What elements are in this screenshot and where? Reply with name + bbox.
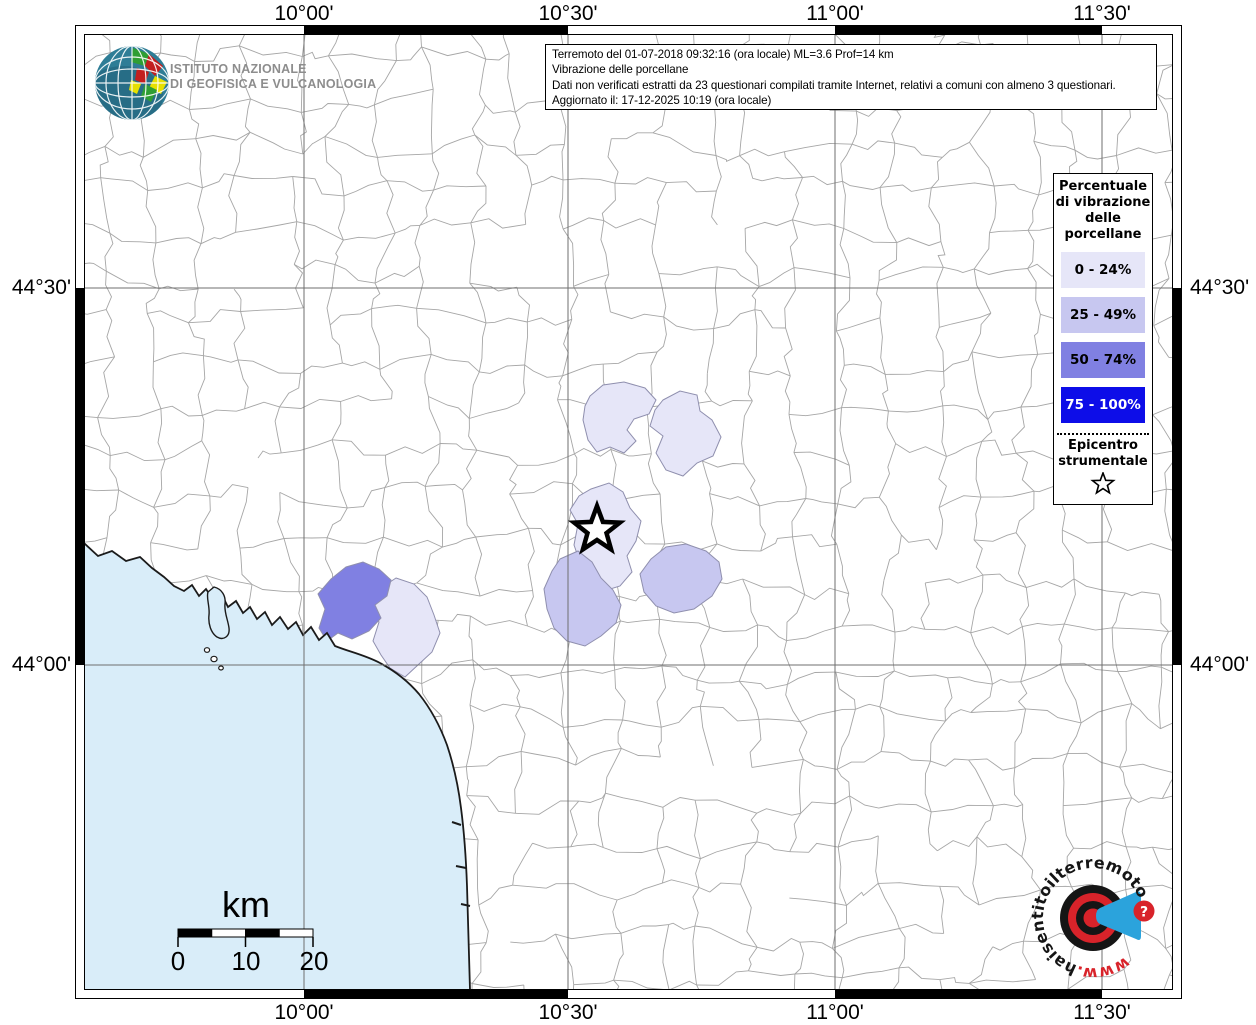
axis-label-bottom-1: 10°30' bbox=[538, 1001, 598, 1024]
ingv-logo-line: ISTITUTO NAZIONALE bbox=[170, 62, 307, 76]
legend: Percentuale di vibrazione delle porcella… bbox=[1053, 173, 1153, 505]
axis-label-right-1: 44°00' bbox=[1190, 653, 1250, 676]
site-logo-icon: ? www.haisentitoilterremoto.it bbox=[1016, 831, 1155, 983]
axis-label-left-1: 44°00' bbox=[11, 653, 71, 676]
legend-epicenter-line: Epicentro bbox=[1068, 438, 1138, 453]
island bbox=[203, 647, 211, 653]
event-info-line: Vibrazione delle porcellane bbox=[552, 63, 689, 77]
ingv-globe-icon bbox=[95, 46, 169, 120]
legend-swatch-25-49: 25 - 49% bbox=[1061, 297, 1145, 333]
ingv-logo-text: ISTITUTO NAZIONALE DI GEOFISICA E VULCAN… bbox=[170, 62, 376, 92]
scale-unit-label: km bbox=[222, 884, 270, 925]
legend-swatch-50-74: 50 - 74% bbox=[1061, 342, 1145, 378]
event-info-line: Aggiornato il: 17-12-2025 10:19 (ora loc… bbox=[552, 93, 772, 107]
axis-label-bottom-3: 11°30' bbox=[1073, 1001, 1131, 1024]
legend-title-line: Percentuale bbox=[1058, 179, 1148, 194]
event-info-line: Terremoto del 01-07-2018 09:32:16 (ora l… bbox=[552, 48, 894, 61]
axis-label-top-2: 11°00' bbox=[806, 2, 864, 25]
legend-title-line: porcellane bbox=[1064, 227, 1142, 242]
ingv-logo-line: DI GEOFISICA E VULCANOLOGIA bbox=[170, 77, 377, 91]
axis-label-top-0: 10°00' bbox=[274, 2, 334, 25]
axis-label-bottom-0: 10°00' bbox=[274, 1001, 334, 1024]
scale-tick-10: 10 bbox=[231, 946, 261, 976]
axis-label-right-0: 44°30' bbox=[1190, 276, 1250, 299]
axis-label-left-0: 44°30' bbox=[11, 276, 71, 299]
legend-swatch-0-24: 0 - 24% bbox=[1061, 252, 1145, 288]
legend-title-line: di vibrazione bbox=[1055, 195, 1151, 210]
legend-title: Percentuale di vibrazione delle porcella… bbox=[1054, 179, 1152, 243]
legend-epicenter-line: strumentale bbox=[1058, 454, 1148, 469]
star-icon bbox=[1090, 470, 1116, 495]
island bbox=[218, 665, 224, 671]
legend-epicenter-label: Epicentro strumentale bbox=[1054, 438, 1152, 470]
event-info-line: Dati non verificati estratti da 23 quest… bbox=[552, 78, 1116, 92]
event-info-box: Terremoto del 01-07-2018 09:32:16 (ora l… bbox=[545, 44, 1157, 110]
ingv-logo: ISTITUTO NAZIONALE DI GEOFISICA E VULCAN… bbox=[93, 44, 376, 124]
url-www: www. bbox=[1074, 953, 1134, 983]
island bbox=[210, 655, 218, 663]
question-mark: ? bbox=[1140, 905, 1148, 921]
axis-label-bottom-2: 11°00' bbox=[806, 1001, 864, 1024]
scale-tick-0: 0 bbox=[170, 946, 186, 976]
scale-tick-20: 20 bbox=[299, 946, 329, 976]
legend-divider bbox=[1057, 433, 1149, 435]
legend-title-line: delle bbox=[1085, 211, 1121, 226]
axis-label-top-1: 10°30' bbox=[538, 2, 598, 25]
legend-swatch-75-100: 75 - 100% bbox=[1061, 387, 1145, 423]
haisentitoilterremoto-logo: ? www.haisentitoilterremoto.it bbox=[1016, 831, 1170, 996]
url-tld: .it bbox=[1020, 846, 1024, 850]
axis-label-top-3: 11°30' bbox=[1073, 2, 1131, 25]
map-page: { "frame": { "top_labels": ["10°00'", "1… bbox=[0, 0, 1256, 1024]
